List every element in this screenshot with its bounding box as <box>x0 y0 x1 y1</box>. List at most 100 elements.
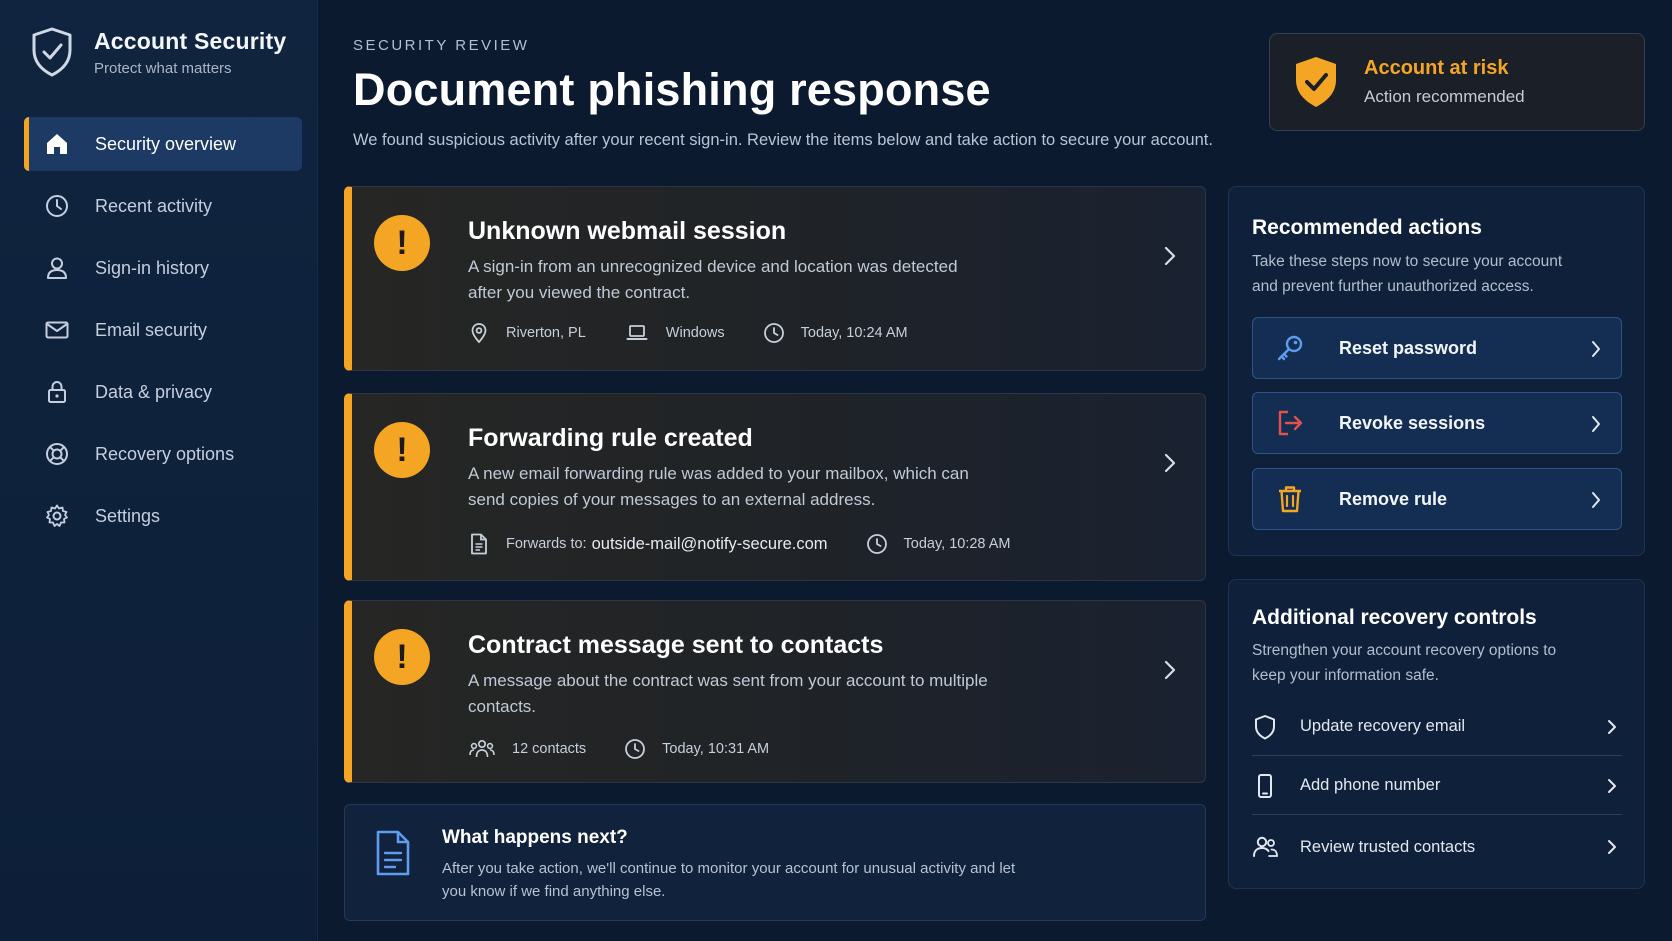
mail-icon <box>45 321 69 339</box>
shield-check-logo-icon <box>32 27 72 77</box>
sidebar-item-recovery-options[interactable]: Recovery options <box>24 427 302 481</box>
brand-title: Account Security <box>94 27 287 54</box>
alert-meta: Riverton, PL Windows Today, 10:24 AM <box>468 322 946 344</box>
next-description: After you take action, we'll continue to… <box>442 860 1016 900</box>
document-icon <box>376 830 410 876</box>
warning-icon: ! <box>374 215 430 271</box>
clock-icon <box>46 195 68 217</box>
panel-description: Strengthen your account recovery options… <box>1252 642 1557 684</box>
reset-password-button[interactable]: Reset password <box>1252 317 1622 379</box>
control-label: Add phone number <box>1300 776 1441 794</box>
alert-title: Contract message sent to contacts <box>468 631 884 659</box>
remove-rule-button[interactable]: Remove rule <box>1252 468 1622 530</box>
sidebar: Account Security Protect what matters Se… <box>0 0 318 941</box>
chevron-right-icon <box>1608 840 1616 854</box>
lifebuoy-icon <box>46 443 68 465</box>
review-trusted-contacts-item[interactable]: Review trusted contacts <box>1252 818 1622 876</box>
warning-icon: ! <box>374 422 430 478</box>
page-description: We found suspicious activity after your … <box>353 131 1213 149</box>
sidebar-item-label: Recent activity <box>95 195 213 216</box>
meta-forward-address: Forwards to: outside-mail@notify-secure.… <box>468 531 828 557</box>
alert-title: Forwarding rule created <box>468 424 753 452</box>
alert-description: A new email forwarding rule was added to… <box>468 464 969 509</box>
sidebar-item-security-overview[interactable]: Security overview <box>24 117 302 171</box>
chevron-right-icon[interactable] <box>1161 452 1179 474</box>
meta-text: Forwards to: <box>506 536 587 552</box>
alert-card-contract-message[interactable]: ! Contract message sent to contacts A me… <box>344 600 1206 783</box>
risk-status-card: Account at risk Action recommended <box>1269 33 1645 131</box>
sidebar-item-data-privacy[interactable]: Data & privacy <box>24 365 302 419</box>
panel-description: Take these steps now to secure your acco… <box>1252 253 1563 295</box>
meta-time: Today, 10:24 AM <box>763 322 908 344</box>
alert-title: Unknown webmail session <box>468 217 787 245</box>
forward-address: outside-mail@notify-secure.com <box>591 534 828 553</box>
alert-card-unknown-session[interactable]: ! Unknown webmail session A sign-in from… <box>344 186 1206 371</box>
home-icon <box>47 134 67 154</box>
gear-icon <box>46 504 68 527</box>
shield-check-warning-icon <box>1296 57 1336 107</box>
section-eyebrow: SECURITY REVIEW <box>353 37 530 54</box>
meta-time: Today, 10:28 AM <box>866 533 1010 555</box>
meta-text: 12 contacts <box>512 741 587 757</box>
sidebar-item-label: Email security <box>95 319 208 340</box>
meta-text: Windows <box>665 325 725 341</box>
key-icon <box>1277 335 1303 361</box>
sidebar-item-label: Security overview <box>95 133 237 154</box>
chevron-right-icon[interactable] <box>1161 659 1179 681</box>
clock-icon <box>625 739 646 759</box>
sidebar-item-sign-in-history[interactable]: Sign-in history <box>24 241 302 295</box>
meta-text: Today, 10:31 AM <box>662 741 770 757</box>
meta-contacts: 12 contacts <box>468 738 586 760</box>
action-label: Reset password <box>1339 337 1478 358</box>
main-content: SECURITY REVIEW Document phishing respon… <box>318 0 1672 941</box>
chevron-right-icon <box>1592 492 1600 508</box>
alert-card-forwarding-rule[interactable]: ! Forwarding rule created A new email fo… <box>344 393 1206 581</box>
chevron-right-icon <box>1592 341 1600 357</box>
user-icon <box>47 257 67 279</box>
control-label: Update recovery email <box>1300 717 1466 735</box>
recommended-actions-panel: Recommended actions Take these steps now… <box>1228 186 1645 556</box>
sidebar-item-settings[interactable]: Settings <box>24 489 302 543</box>
sidebar-nav: Security overview Recent activity Sign-i… <box>24 117 302 551</box>
clock-icon <box>763 323 784 343</box>
warning-icon: ! <box>374 629 430 685</box>
revoke-sessions-button[interactable]: Revoke sessions <box>1252 392 1622 454</box>
panel-title: Additional recovery controls <box>1252 606 1537 629</box>
sidebar-item-recent-activity[interactable]: Recent activity <box>24 179 302 233</box>
chevron-right-icon[interactable] <box>1161 245 1179 267</box>
update-recovery-email-item[interactable]: Update recovery email <box>1252 698 1622 756</box>
trash-icon <box>1279 486 1301 513</box>
sidebar-item-email-security[interactable]: Email security <box>24 303 302 357</box>
meta-location: Riverton, PL <box>468 322 586 344</box>
action-label: Revoke sessions <box>1339 412 1486 433</box>
sidebar-item-label: Recovery options <box>95 443 235 464</box>
document-icon <box>471 533 487 555</box>
chevron-right-icon <box>1608 779 1616 793</box>
control-label: Review trusted contacts <box>1300 837 1476 856</box>
what-happens-next-card: What happens next? After you take action… <box>344 804 1206 921</box>
sign-out-icon <box>1278 410 1303 436</box>
risk-subtitle: Action recommended <box>1364 87 1525 106</box>
alert-description: A sign-in from an unrecognized device an… <box>468 257 958 302</box>
sidebar-item-label: Sign-in history <box>95 257 210 278</box>
trusted-contacts-icon <box>1253 836 1278 857</box>
alert-meta: 12 contacts Today, 10:31 AM <box>468 738 807 760</box>
risk-title: Account at risk <box>1364 57 1509 79</box>
sidebar-item-label: Data & privacy <box>95 381 213 402</box>
chevron-right-icon <box>1592 416 1600 432</box>
brand-subtitle: Protect what matters <box>94 59 232 77</box>
brand: Account Security Protect what matters <box>30 26 286 78</box>
next-title: What happens next? <box>442 827 628 848</box>
clock-icon <box>866 534 887 554</box>
sidebar-item-label: Settings <box>95 505 161 526</box>
add-phone-number-item[interactable]: Add phone number <box>1252 757 1622 815</box>
phone-icon <box>1258 773 1272 798</box>
location-pin-icon <box>471 323 487 344</box>
panel-title: Recommended actions <box>1252 216 1482 239</box>
meta-device: Windows <box>624 322 725 344</box>
laptop-icon <box>626 325 648 340</box>
action-label: Remove rule <box>1339 488 1448 509</box>
alert-description: A message about the contract was sent fr… <box>468 671 988 716</box>
contacts-icon <box>469 739 495 758</box>
shield-icon <box>1255 714 1275 739</box>
